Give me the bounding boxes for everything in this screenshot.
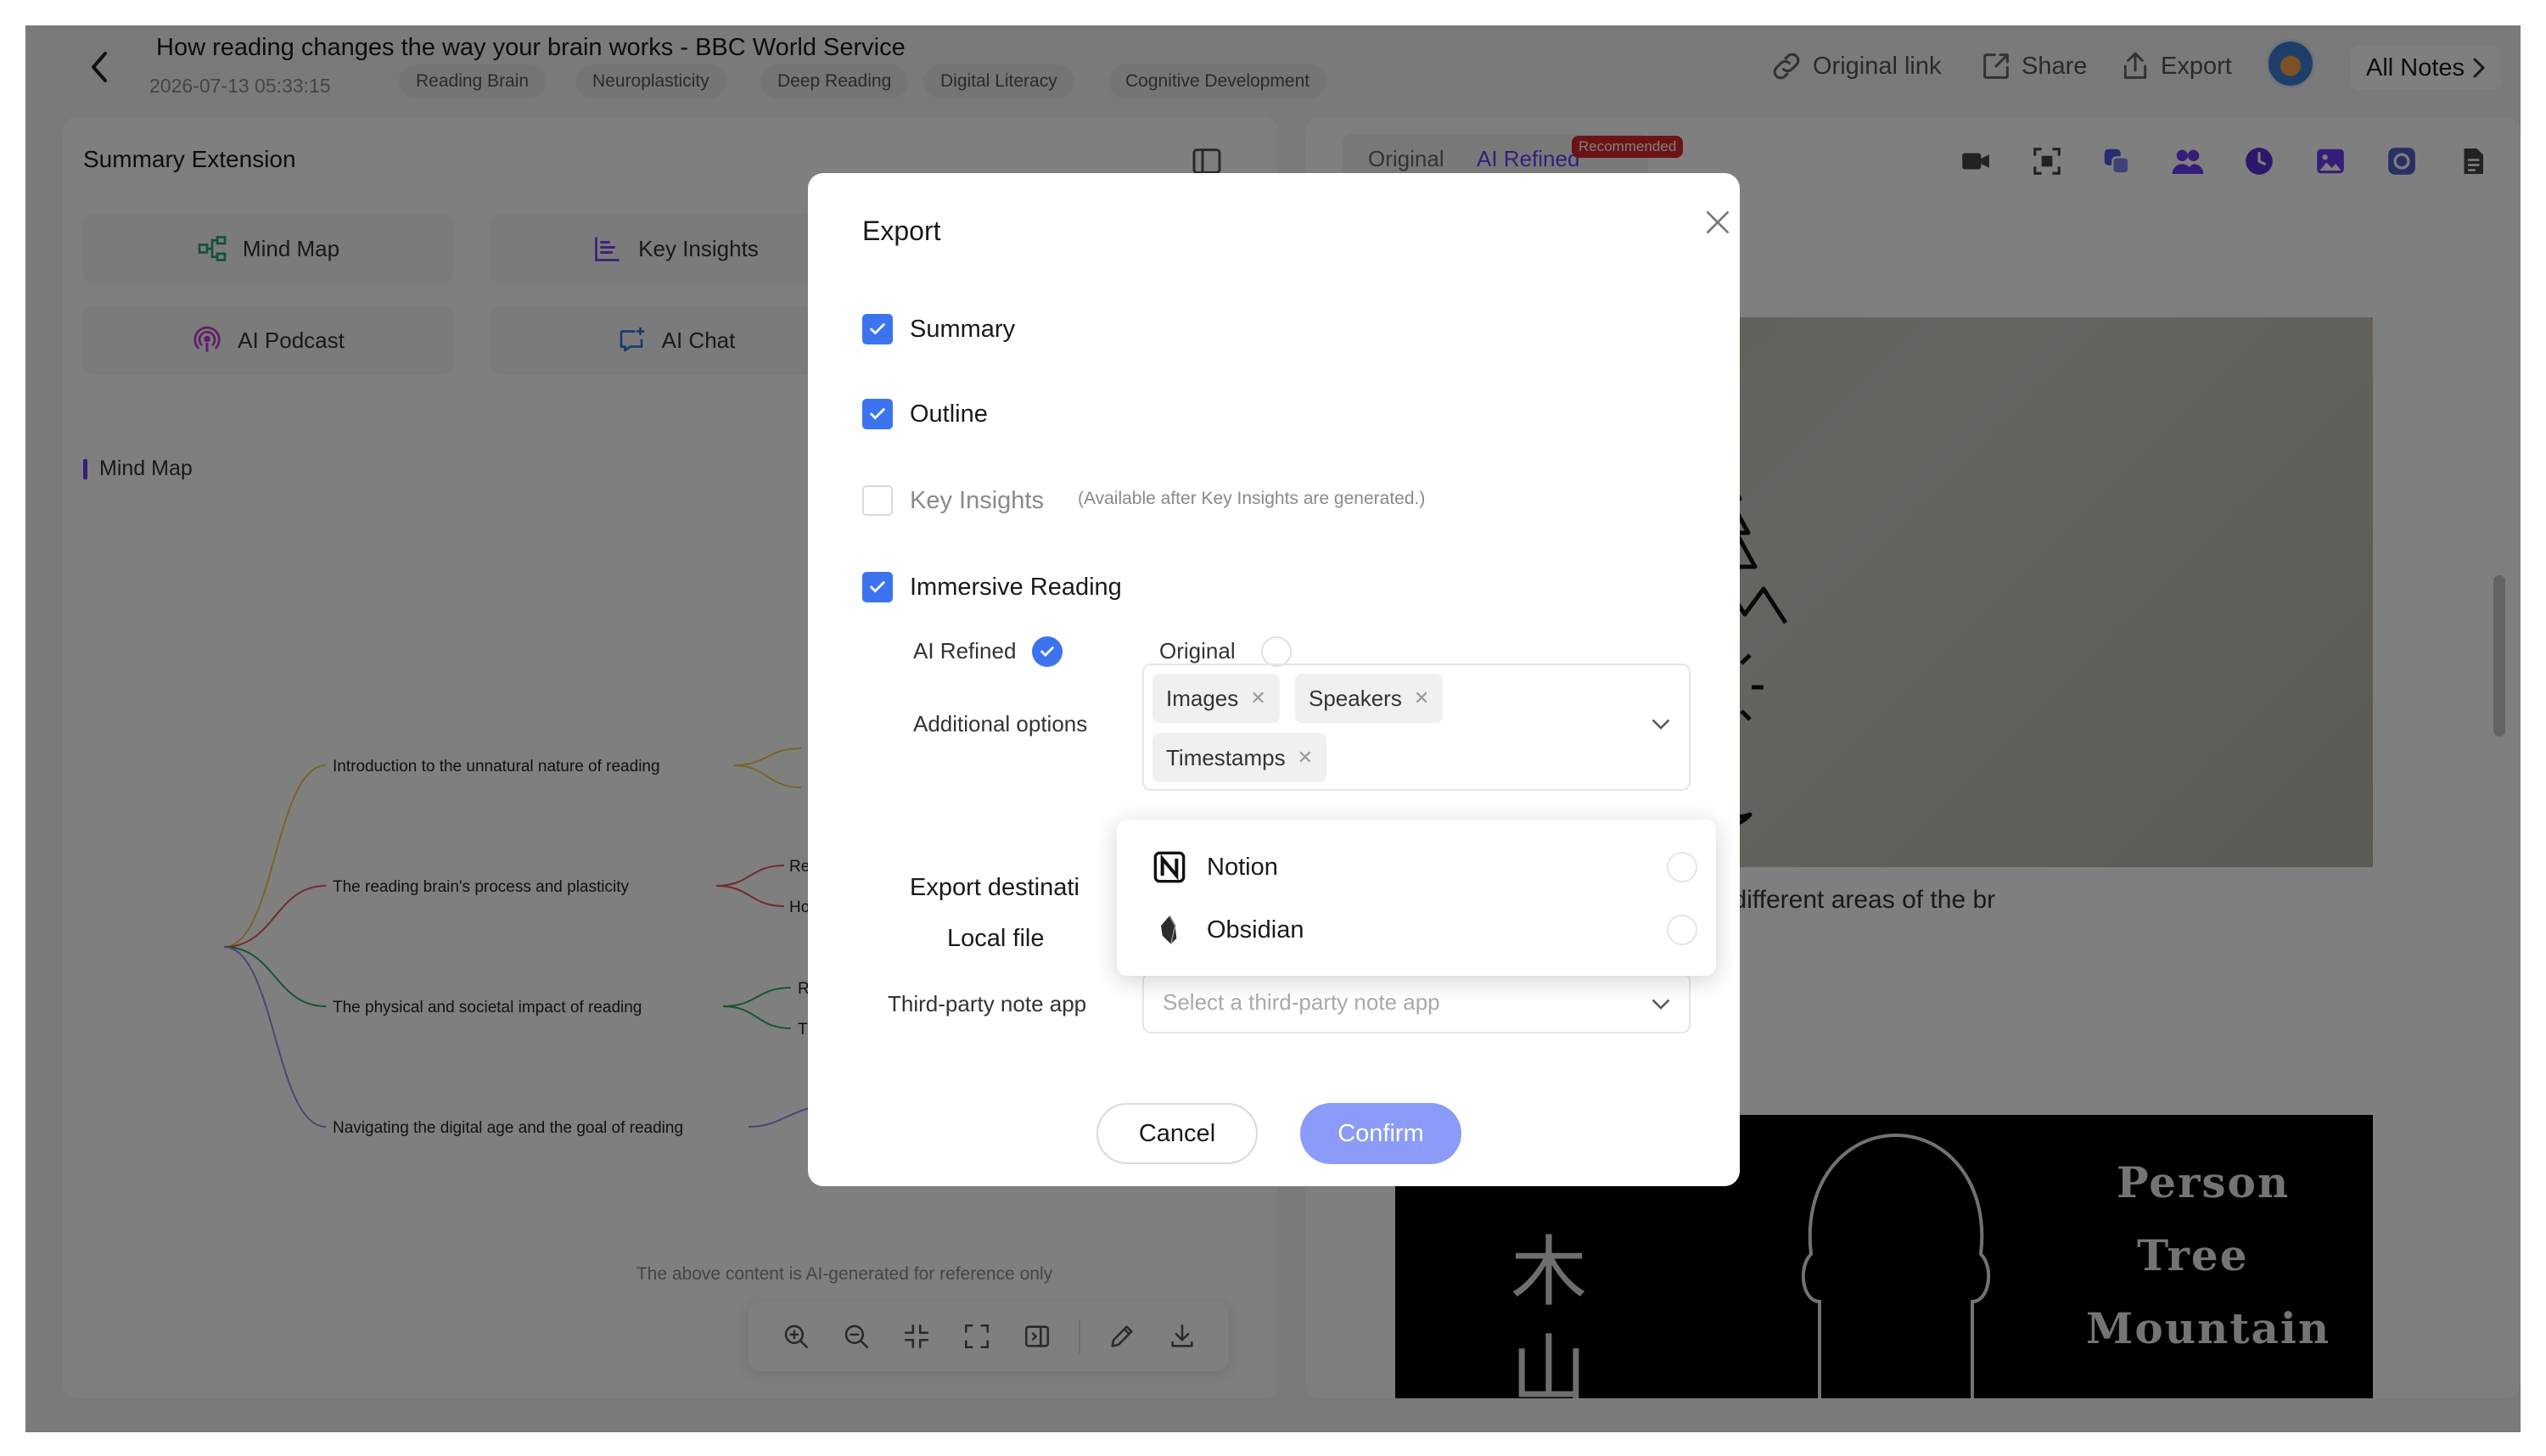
chip-images: Images ✕ (1152, 674, 1280, 723)
option-label: Obsidian (1207, 916, 1304, 944)
check-icon (870, 323, 885, 335)
remove-chip-icon[interactable]: ✕ (1250, 687, 1265, 709)
dialog-title: Export (862, 216, 941, 246)
key-insights-checkbox[interactable] (862, 485, 893, 516)
dropdown-option-notion[interactable]: Notion (1117, 837, 1716, 898)
third-party-placeholder: Select a third-party note app (1163, 989, 1440, 1015)
app-window: How reading changes the way your brain w… (25, 25, 2521, 1432)
outline-label[interactable]: Outline (910, 400, 988, 428)
note-app-dropdown: Notion Obsidian (1117, 820, 1716, 976)
close-icon[interactable] (1701, 205, 1735, 239)
confirm-button[interactable]: Confirm (1300, 1103, 1461, 1164)
remove-chip-icon[interactable]: ✕ (1414, 687, 1429, 709)
check-icon (870, 581, 885, 593)
local-file-option[interactable]: Local file (947, 925, 1044, 953)
dropdown-option-obsidian[interactable]: Obsidian (1117, 899, 1716, 960)
chevron-down-icon (1652, 1000, 1669, 1010)
option-label: Notion (1207, 854, 1278, 881)
outline-checkbox[interactable] (862, 399, 893, 429)
original-radio[interactable] (1261, 636, 1292, 667)
option-radio[interactable] (1667, 852, 1697, 882)
key-insights-note: (Available after Key Insights are genera… (1078, 489, 1426, 508)
remove-chip-icon[interactable]: ✕ (1298, 747, 1313, 769)
immersive-reading-checkbox[interactable] (862, 572, 893, 602)
chip-label: Images (1166, 685, 1239, 711)
chip-label: Timestamps (1166, 744, 1286, 770)
ai-refined-option-label[interactable]: AI Refined (913, 638, 1016, 664)
chip-timestamps: Timestamps ✕ (1152, 733, 1327, 782)
check-icon (870, 408, 885, 420)
chevron-down-icon (1652, 720, 1669, 730)
export-dialog: Export Summary Outline Key Insights (Ava… (808, 173, 1740, 1186)
summary-checkbox[interactable] (862, 314, 893, 344)
key-insights-label: Key Insights (910, 487, 1044, 514)
obsidian-icon (1161, 915, 1177, 944)
additional-options-select[interactable]: Images ✕ Speakers ✕ Timestamps ✕ (1142, 664, 1691, 791)
summary-label[interactable]: Summary (910, 316, 1015, 344)
third-party-select[interactable]: Select a third-party note app (1142, 972, 1691, 1033)
check-icon (1040, 647, 1054, 658)
cancel-button[interactable]: Cancel (1096, 1103, 1258, 1164)
original-option-label[interactable]: Original (1159, 638, 1236, 664)
notion-icon (1153, 851, 1186, 883)
export-destination-label: Export destinati (910, 874, 1080, 901)
chip-label: Speakers (1309, 685, 1402, 711)
third-party-label: Third-party note app (888, 991, 1087, 1016)
additional-options-label: Additional options (913, 711, 1088, 736)
option-radio[interactable] (1667, 915, 1697, 945)
ai-refined-radio[interactable] (1032, 636, 1063, 667)
chip-speakers: Speakers ✕ (1295, 674, 1444, 723)
immersive-reading-label[interactable]: Immersive Reading (910, 574, 1122, 602)
